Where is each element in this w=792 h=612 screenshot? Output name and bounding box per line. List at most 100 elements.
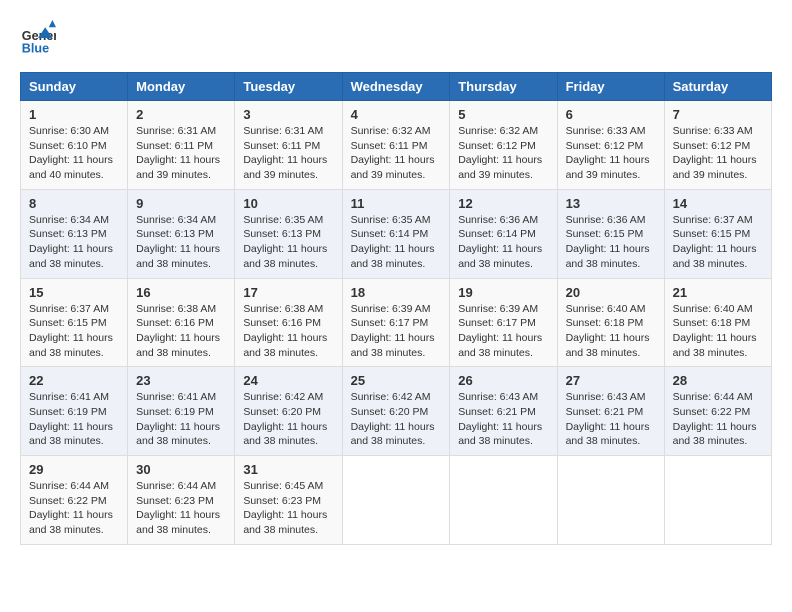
- day-info: Sunrise: 6:41 AMSunset: 6:19 PMDaylight:…: [136, 391, 220, 447]
- calendar-cell: 3 Sunrise: 6:31 AMSunset: 6:11 PMDaylight…: [235, 101, 342, 190]
- day-number: 23: [136, 373, 226, 388]
- calendar-table: SundayMondayTuesdayWednesdayThursdayFrid…: [20, 72, 772, 545]
- day-info: Sunrise: 6:35 AMSunset: 6:14 PMDaylight:…: [351, 214, 435, 270]
- calendar-cell: [450, 456, 557, 545]
- logo: General Blue: [20, 20, 62, 56]
- day-number: 29: [29, 462, 119, 477]
- day-number: 6: [566, 107, 656, 122]
- page-header: General Blue: [20, 20, 772, 56]
- calendar-cell: 9 Sunrise: 6:34 AMSunset: 6:13 PMDaylight…: [128, 189, 235, 278]
- calendar-cell: 10Sunrise: 6:35 AMSunset: 6:13 PMDayligh…: [235, 189, 342, 278]
- calendar-header-row: SundayMondayTuesdayWednesdayThursdayFrid…: [21, 73, 772, 101]
- day-info: Sunrise: 6:32 AMSunset: 6:11 PMDaylight:…: [351, 125, 435, 181]
- calendar-cell: 24 Sunrise: 6:42 AMSunset: 6:20 PMDayligh…: [235, 367, 342, 456]
- calendar-cell: 13 Sunrise: 6:36 AMSunset: 6:15 PMDayligh…: [557, 189, 664, 278]
- day-info: Sunrise: 6:45 AMSunset: 6:23 PMDaylight:…: [243, 480, 327, 536]
- day-info: Sunrise: 6:36 AMSunset: 6:15 PMDaylight:…: [566, 214, 650, 270]
- day-number: 18: [351, 285, 442, 300]
- calendar-cell: 11Sunrise: 6:35 AMSunset: 6:14 PMDayligh…: [342, 189, 450, 278]
- calendar-cell: 28 Sunrise: 6:44 AMSunset: 6:22 PMDayligh…: [664, 367, 771, 456]
- day-number: 10: [243, 196, 333, 211]
- calendar-cell: 16 Sunrise: 6:38 AMSunset: 6:16 PMDayligh…: [128, 278, 235, 367]
- svg-text:Blue: Blue: [22, 41, 49, 55]
- day-info: Sunrise: 6:38 AMSunset: 6:16 PMDaylight:…: [136, 303, 220, 359]
- day-info: Sunrise: 6:43 AMSunset: 6:21 PMDaylight:…: [566, 391, 650, 447]
- calendar-cell: 31Sunrise: 6:45 AMSunset: 6:23 PMDayligh…: [235, 456, 342, 545]
- calendar-cell: [557, 456, 664, 545]
- calendar-header-wednesday: Wednesday: [342, 73, 450, 101]
- calendar-cell: 25 Sunrise: 6:42 AMSunset: 6:20 PMDayligh…: [342, 367, 450, 456]
- day-number: 9: [136, 196, 226, 211]
- day-info: Sunrise: 6:44 AMSunset: 6:22 PMDaylight:…: [29, 480, 113, 536]
- day-number: 13: [566, 196, 656, 211]
- calendar-cell: 19 Sunrise: 6:39 AMSunset: 6:17 PMDayligh…: [450, 278, 557, 367]
- day-number: 3: [243, 107, 333, 122]
- day-number: 1: [29, 107, 119, 122]
- day-info: Sunrise: 6:40 AMSunset: 6:18 PMDaylight:…: [673, 303, 757, 359]
- day-number: 4: [351, 107, 442, 122]
- calendar-cell: 30Sunrise: 6:44 AMSunset: 6:23 PMDayligh…: [128, 456, 235, 545]
- day-number: 7: [673, 107, 763, 122]
- calendar-week-4: 22 Sunrise: 6:41 AMSunset: 6:19 PMDayligh…: [21, 367, 772, 456]
- day-number: 12: [458, 196, 548, 211]
- day-info: Sunrise: 6:34 AMSunset: 6:13 PMDaylight:…: [29, 214, 113, 270]
- day-info: Sunrise: 6:36 AMSunset: 6:14 PMDaylight:…: [458, 214, 542, 270]
- day-info: Sunrise: 6:32 AMSunset: 6:12 PMDaylight:…: [458, 125, 542, 181]
- calendar-cell: 21 Sunrise: 6:40 AMSunset: 6:18 PMDayligh…: [664, 278, 771, 367]
- day-info: Sunrise: 6:33 AMSunset: 6:12 PMDaylight:…: [673, 125, 757, 181]
- calendar-week-5: 29 Sunrise: 6:44 AMSunset: 6:22 PMDayligh…: [21, 456, 772, 545]
- calendar-cell: 26Sunrise: 6:43 AMSunset: 6:21 PMDayligh…: [450, 367, 557, 456]
- calendar-cell: 20Sunrise: 6:40 AMSunset: 6:18 PMDayligh…: [557, 278, 664, 367]
- calendar-week-3: 15 Sunrise: 6:37 AMSunset: 6:15 PMDayligh…: [21, 278, 772, 367]
- calendar-cell: 14 Sunrise: 6:37 AMSunset: 6:15 PMDayligh…: [664, 189, 771, 278]
- day-info: Sunrise: 6:39 AMSunset: 6:17 PMDaylight:…: [351, 303, 435, 359]
- calendar-cell: 1 Sunrise: 6:30 AMSunset: 6:10 PMDaylight…: [21, 101, 128, 190]
- calendar-cell: 6 Sunrise: 6:33 AMSunset: 6:12 PMDaylight…: [557, 101, 664, 190]
- day-info: Sunrise: 6:42 AMSunset: 6:20 PMDaylight:…: [243, 391, 327, 447]
- day-number: 20: [566, 285, 656, 300]
- day-info: Sunrise: 6:44 AMSunset: 6:22 PMDaylight:…: [673, 391, 757, 447]
- day-number: 26: [458, 373, 548, 388]
- day-number: 22: [29, 373, 119, 388]
- day-number: 28: [673, 373, 763, 388]
- calendar-cell: 12 Sunrise: 6:36 AMSunset: 6:14 PMDayligh…: [450, 189, 557, 278]
- day-number: 19: [458, 285, 548, 300]
- calendar-cell: [664, 456, 771, 545]
- calendar-week-2: 8 Sunrise: 6:34 AMSunset: 6:13 PMDaylight…: [21, 189, 772, 278]
- day-info: Sunrise: 6:31 AMSunset: 6:11 PMDaylight:…: [243, 125, 327, 181]
- calendar-header-monday: Monday: [128, 73, 235, 101]
- calendar-cell: 2Sunrise: 6:31 AMSunset: 6:11 PMDaylight…: [128, 101, 235, 190]
- calendar-header-thursday: Thursday: [450, 73, 557, 101]
- calendar-cell: 22 Sunrise: 6:41 AMSunset: 6:19 PMDayligh…: [21, 367, 128, 456]
- calendar-header-sunday: Sunday: [21, 73, 128, 101]
- calendar-cell: 15 Sunrise: 6:37 AMSunset: 6:15 PMDayligh…: [21, 278, 128, 367]
- day-number: 14: [673, 196, 763, 211]
- logo-icon: General Blue: [20, 20, 56, 56]
- day-info: Sunrise: 6:34 AMSunset: 6:13 PMDaylight:…: [136, 214, 220, 270]
- calendar-cell: 5Sunrise: 6:32 AMSunset: 6:12 PMDaylight…: [450, 101, 557, 190]
- day-number: 27: [566, 373, 656, 388]
- day-info: Sunrise: 6:37 AMSunset: 6:15 PMDaylight:…: [673, 214, 757, 270]
- day-info: Sunrise: 6:33 AMSunset: 6:12 PMDaylight:…: [566, 125, 650, 181]
- calendar-cell: 23 Sunrise: 6:41 AMSunset: 6:19 PMDayligh…: [128, 367, 235, 456]
- day-number: 24: [243, 373, 333, 388]
- day-info: Sunrise: 6:37 AMSunset: 6:15 PMDaylight:…: [29, 303, 113, 359]
- calendar-cell: 17Sunrise: 6:38 AMSunset: 6:16 PMDayligh…: [235, 278, 342, 367]
- calendar-header-tuesday: Tuesday: [235, 73, 342, 101]
- calendar-cell: 8 Sunrise: 6:34 AMSunset: 6:13 PMDaylight…: [21, 189, 128, 278]
- calendar-header-friday: Friday: [557, 73, 664, 101]
- day-info: Sunrise: 6:39 AMSunset: 6:17 PMDaylight:…: [458, 303, 542, 359]
- calendar-week-1: 1 Sunrise: 6:30 AMSunset: 6:10 PMDaylight…: [21, 101, 772, 190]
- day-info: Sunrise: 6:44 AMSunset: 6:23 PMDaylight:…: [136, 480, 220, 536]
- day-info: Sunrise: 6:30 AMSunset: 6:10 PMDaylight:…: [29, 125, 113, 181]
- day-number: 15: [29, 285, 119, 300]
- calendar-cell: 18 Sunrise: 6:39 AMSunset: 6:17 PMDayligh…: [342, 278, 450, 367]
- day-info: Sunrise: 6:41 AMSunset: 6:19 PMDaylight:…: [29, 391, 113, 447]
- day-info: Sunrise: 6:31 AMSunset: 6:11 PMDaylight:…: [136, 125, 220, 181]
- calendar-cell: [342, 456, 450, 545]
- day-number: 21: [673, 285, 763, 300]
- day-number: 25: [351, 373, 442, 388]
- day-number: 16: [136, 285, 226, 300]
- day-info: Sunrise: 6:42 AMSunset: 6:20 PMDaylight:…: [351, 391, 435, 447]
- day-number: 8: [29, 196, 119, 211]
